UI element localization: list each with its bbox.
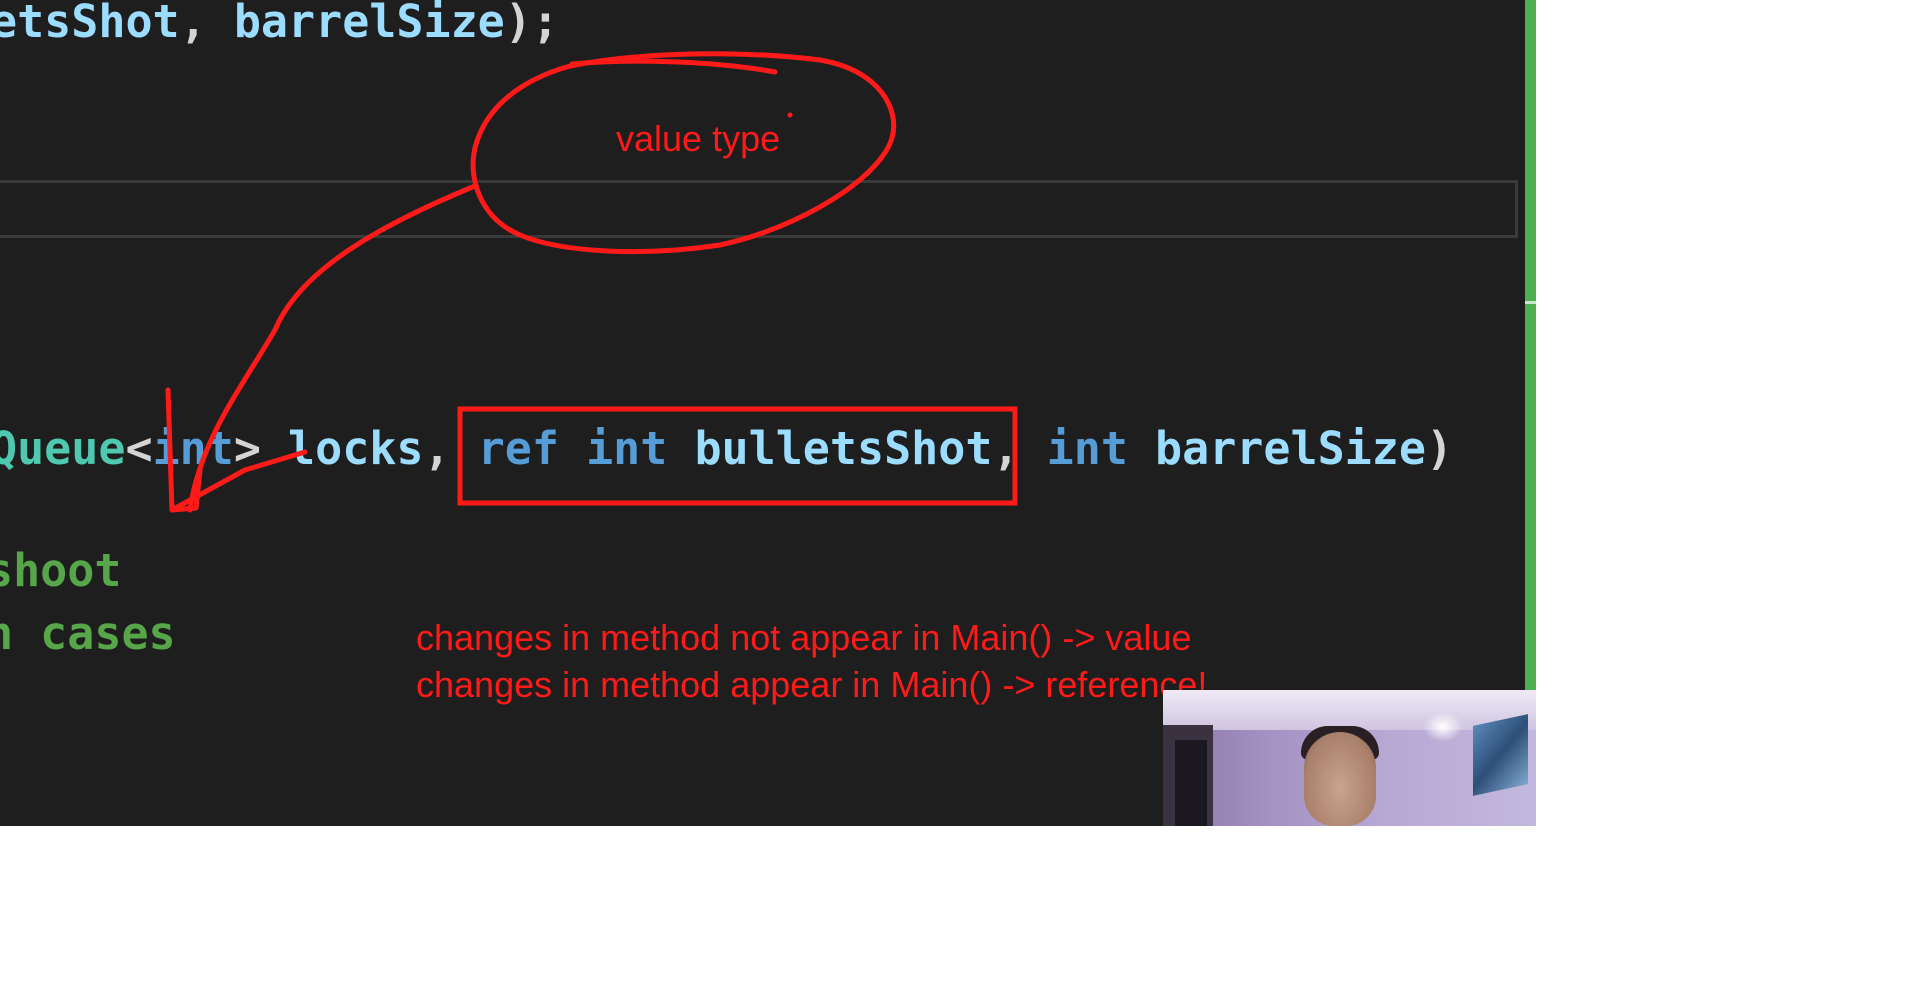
value-type-label: value type: [616, 118, 781, 159]
presenter-face: [1304, 732, 1376, 826]
code-editor[interactable]: etsShot, barrelSize); Queue<int> locks, …: [0, 0, 1536, 826]
annotation-note-value: changes in method not appear in Main() -…: [416, 617, 1192, 658]
webcam-overlay: [1163, 690, 1536, 826]
wall-painting: [1473, 714, 1528, 796]
stray-dot: [787, 112, 793, 118]
annotation-note-reference: changes in method appear in Main() -> re…: [416, 664, 1208, 705]
arrow-curve: [187, 183, 478, 513]
bubble-top-stroke: [569, 58, 778, 75]
bulletsshot-highlight-box: [457, 406, 1018, 506]
arrow-head: [165, 387, 308, 513]
